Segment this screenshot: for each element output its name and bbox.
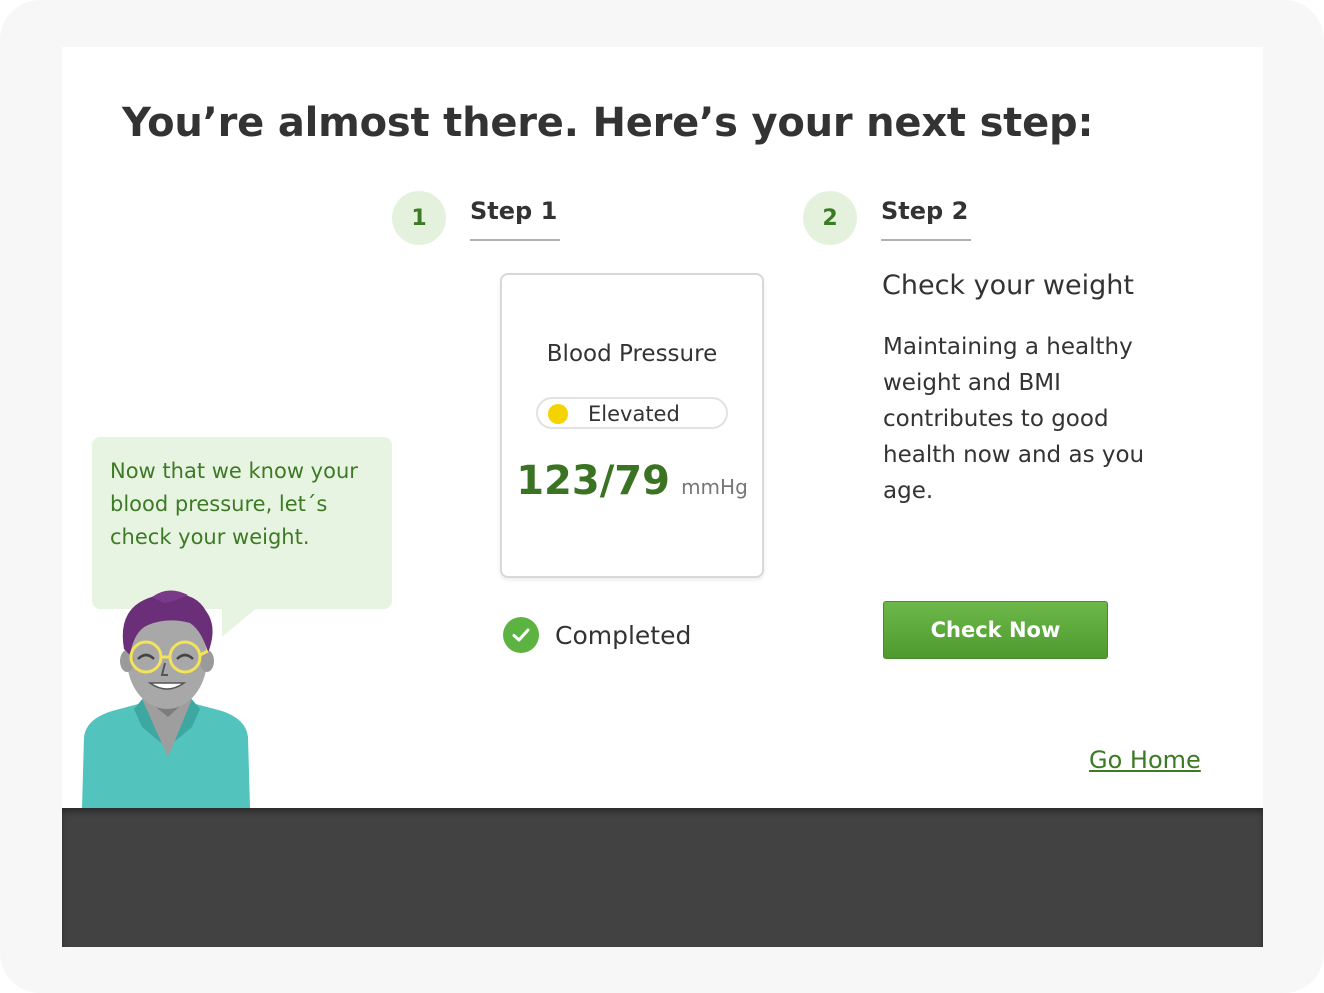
- step-2-title: Check your weight: [882, 270, 1134, 301]
- step-2-description: Maintaining a healthy weight and BMI con…: [883, 334, 1145, 504]
- check-now-button[interactable]: Check Now: [883, 601, 1108, 659]
- completed-label: Completed: [555, 620, 692, 650]
- completed-status: Completed: [503, 617, 691, 653]
- speech-bubble-text: Now that we know your blood pressure, le…: [110, 459, 358, 549]
- go-home-link[interactable]: Go Home: [1089, 746, 1201, 774]
- reading-value: 123/79: [516, 458, 670, 504]
- blood-pressure-card: Blood Pressure Elevated 123/79 mmHg: [500, 273, 764, 578]
- checkmark-circle-icon: [503, 617, 539, 653]
- step-2-label: Step 2: [881, 197, 971, 241]
- step-1-label: Step 1: [470, 197, 560, 241]
- reading-unit: mmHg: [681, 475, 748, 499]
- step-1-number: 1: [392, 191, 446, 245]
- bottom-bar: [62, 808, 1263, 947]
- device-frame: You’re almost there. Here’s your next st…: [0, 0, 1324, 993]
- page-title: You’re almost there. Here’s your next st…: [122, 100, 1094, 146]
- step-2-number: 2: [803, 191, 857, 245]
- status-badge: Elevated: [536, 397, 728, 429]
- status-dot-icon: [548, 404, 568, 424]
- status-text: Elevated: [588, 402, 680, 426]
- app-screen: You’re almost there. Here’s your next st…: [62, 47, 1263, 947]
- blood-pressure-reading: 123/79 mmHg: [502, 458, 762, 504]
- speech-bubble: Now that we know your blood pressure, le…: [92, 437, 392, 609]
- person-avatar-illustration: [82, 590, 250, 808]
- card-title: Blood Pressure: [546, 341, 718, 367]
